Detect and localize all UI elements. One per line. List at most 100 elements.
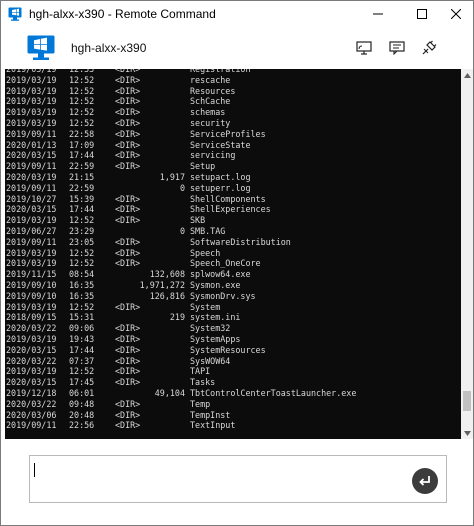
console-scrollbar[interactable]: [461, 69, 473, 439]
console-line: 2020/03/15 17:44 <DIR> ShellExperiences: [5, 204, 461, 215]
console-line: 2019/03/19 12:52 <DIR> System: [5, 302, 461, 313]
arrow-up-icon: [463, 72, 471, 78]
console-file-size: 49,104: [154, 387, 185, 398]
chat-button[interactable]: [388, 39, 406, 57]
console-entry-name: Tasks: [190, 377, 216, 388]
console-entry-name: SoftwareDistribution: [190, 236, 291, 247]
console-date: 2020/03/22: [6, 323, 57, 334]
console-time: 12:52: [69, 301, 95, 312]
console-time: 15:31: [69, 312, 95, 323]
console-line: 2019/09/10 16:35 1,971,272 Sysmon.exe: [5, 280, 461, 291]
console-dir-tag: <DIR>: [115, 409, 141, 420]
console-dir-tag: <DIR>: [115, 85, 141, 96]
console-line: 2019/03/19 19:43 <DIR> SystemApps: [5, 334, 461, 345]
minimize-button[interactable]: [363, 1, 393, 27]
console-date: 2019/09/10: [6, 279, 57, 290]
console-entry-name: TextInput: [190, 420, 236, 431]
console-entry-name: ServiceState: [190, 139, 251, 150]
console-line: 2019/09/11 22:59 <DIR> Setup: [5, 161, 461, 172]
console-entry-name: setuperr.log: [190, 182, 251, 193]
console-date: 2019/03/19: [6, 74, 57, 85]
console-file-size: 1,971,272: [139, 279, 185, 290]
console-entry-name: ShellExperiences: [190, 204, 271, 215]
console-line: 2020/03/22 09:06 <DIR> System32: [5, 323, 461, 334]
console-date: 2019/03/19: [6, 333, 57, 344]
disconnect-button[interactable]: [420, 39, 438, 57]
console-dir-tag: <DIR>: [115, 139, 141, 150]
enter-arrow-icon: [419, 476, 430, 486]
arrow-down-icon: [463, 430, 471, 436]
console-time: 16:35: [69, 279, 95, 290]
maximize-button[interactable]: [407, 1, 437, 27]
console-date: 2019/09/11: [6, 420, 57, 431]
console-dir-tag: <DIR>: [115, 420, 141, 431]
screen-share-button[interactable]: [355, 39, 373, 57]
close-button[interactable]: [441, 1, 471, 27]
console-time: 17:44: [69, 150, 95, 161]
console-entry-name: SMB.TAG: [190, 225, 226, 236]
console-entry-name: SystemApps: [190, 333, 241, 344]
window-title: hgh-alxx-x390 - Remote Command: [29, 7, 216, 21]
console-entry-name: SystemResources: [190, 344, 266, 355]
console-time: 23:05: [69, 236, 95, 247]
scroll-up-button[interactable]: [461, 69, 473, 81]
console-entry-name: ShellComponents: [190, 193, 266, 204]
console-date: 2020/03/15: [6, 344, 57, 355]
console-date: 2019/09/10: [6, 290, 57, 301]
console-line: 2018/09/15 15:31 219 system.ini: [5, 312, 461, 323]
console-time: 22:59: [69, 182, 95, 193]
console-file-size: 219: [169, 312, 185, 323]
command-input-area: [1, 439, 473, 525]
scroll-thumb[interactable]: [463, 391, 471, 411]
console-date: 2019/09/11: [6, 236, 57, 247]
close-icon: [451, 9, 461, 19]
console-entry-name: splwow64.exe: [190, 269, 251, 280]
session-header: hgh-alxx-x390: [1, 27, 473, 69]
console-line: 2019/03/19 12:52 <DIR> rescache: [5, 75, 461, 86]
console-entry-name: TbtControlCenterToastLauncher.exe: [190, 387, 357, 398]
console-date: 2019/03/19: [6, 117, 57, 128]
console-entry-name: SchCache: [190, 96, 231, 107]
console-line: 2019/06/27 23:29 0 SMB.TAG: [5, 226, 461, 237]
title-bar[interactable]: hgh-alxx-x390 - Remote Command: [1, 1, 473, 27]
console-date: 2019/03/19: [6, 258, 57, 269]
console-line: 2019/03/19 12:52 <DIR> SchCache: [5, 96, 461, 107]
console-date: 2020/01/13: [6, 139, 57, 150]
command-input[interactable]: [32, 460, 402, 480]
console-line: 2020/03/15 17:45 <DIR> Tasks: [5, 377, 461, 388]
console-date: 2019/03/19: [6, 247, 57, 258]
console-date: 2020/03/06: [6, 409, 57, 420]
console-dir-tag: <DIR>: [115, 117, 141, 128]
console-entry-name: ServiceProfiles: [190, 128, 266, 139]
console-date: 2019/06/27: [6, 225, 57, 236]
console-output[interactable]: 2019/03/19 12:53 <DIR> Registration 2019/03/…: [5, 69, 461, 439]
monitor-icon: [27, 35, 55, 61]
console-dir-tag: <DIR>: [115, 236, 141, 247]
console-line: 2019/10/27 15:39 <DIR> ShellComponents: [5, 194, 461, 205]
console-time: 06:01: [69, 387, 95, 398]
send-command-button[interactable]: [412, 468, 438, 494]
console-line: 2019/09/11 22:59 0 setuperr.log: [5, 183, 461, 194]
console-dir-tag: <DIR>: [115, 323, 141, 334]
console-time: 22:59: [69, 161, 95, 172]
console-time: 12:52: [69, 366, 95, 377]
console-date: 2020/03/19: [6, 171, 57, 182]
console-line: 2019/03/19 12:52 <DIR> TAPI: [5, 366, 461, 377]
console-time: 15:39: [69, 193, 95, 204]
console-line: 2019/03/19 12:52 <DIR> Speech_OneCore: [5, 258, 461, 269]
console-file-size: 0: [179, 225, 185, 236]
console-line: 2019/09/11 23:05 <DIR> SoftwareDistribution: [5, 237, 461, 248]
console-date: 2020/03/22: [6, 355, 57, 366]
console-date: 2020/03/15: [6, 150, 57, 161]
console-dir-tag: <DIR>: [115, 344, 141, 355]
console-file-size: 126,816: [149, 290, 185, 301]
scroll-down-button[interactable]: [461, 427, 473, 439]
console-line: 2020/03/15 17:44 <DIR> servicing: [5, 150, 461, 161]
console-file-size: 0: [179, 182, 185, 193]
console-line: 2019/03/19 12:52 <DIR> schemas: [5, 107, 461, 118]
console-dir-tag: <DIR>: [115, 96, 141, 107]
command-input-box[interactable]: [29, 455, 447, 503]
console-date: 2019/03/19: [6, 85, 57, 96]
console-dir-tag: <DIR>: [115, 204, 141, 215]
console-date: 2019/12/18: [6, 387, 57, 398]
